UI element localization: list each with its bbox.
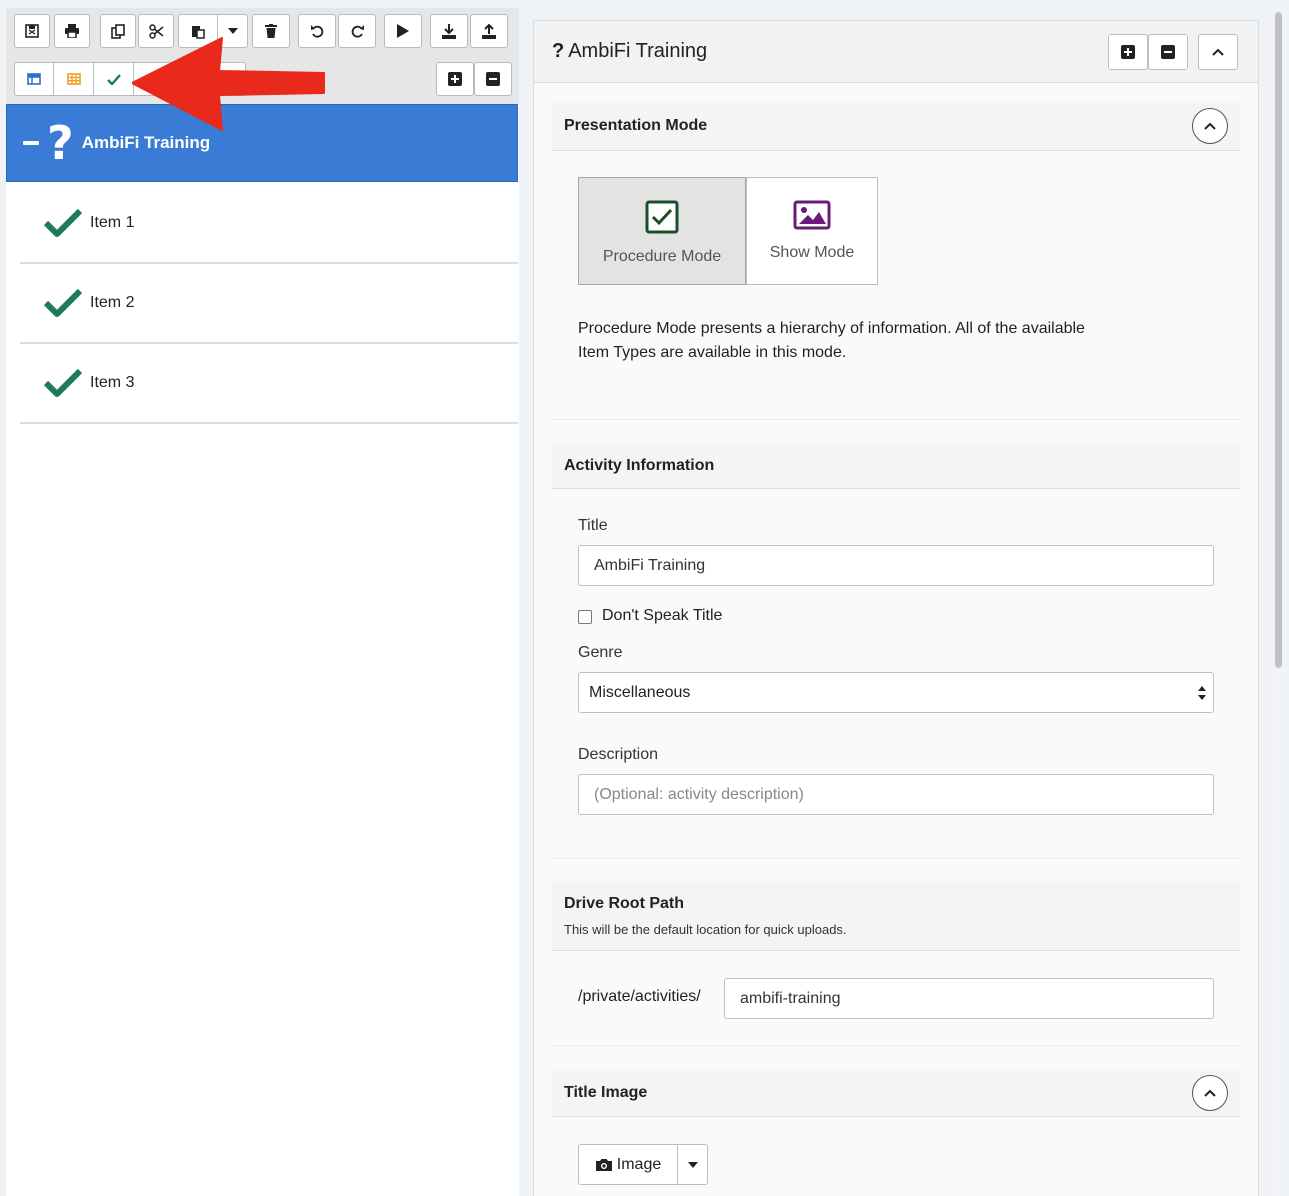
camera-icon xyxy=(595,1158,612,1171)
table-blue-icon xyxy=(27,73,41,85)
mode-label: Show Mode xyxy=(769,244,855,261)
tree-root-label: AmbiFi Training xyxy=(81,133,211,152)
drive-path-input[interactable] xyxy=(724,978,1214,1019)
dont-speak-title-label: Don't Speak Title xyxy=(602,607,723,624)
checkmark-icon xyxy=(106,73,121,85)
expand-all-icon xyxy=(448,72,462,86)
tree-item-2[interactable]: Item 2 xyxy=(20,264,518,344)
collapse-all-button[interactable] xyxy=(1148,34,1188,70)
section-divider xyxy=(552,858,1240,859)
expand-all-icon xyxy=(1121,45,1135,59)
dont-speak-title-checkbox[interactable] xyxy=(578,610,592,624)
table-view-blue-button[interactable] xyxy=(14,62,54,96)
description-input[interactable] xyxy=(578,774,1214,815)
checkmark-icon xyxy=(44,208,82,237)
section-subtitle: This will be the default location for qu… xyxy=(564,922,847,937)
image-icon xyxy=(793,200,831,230)
download-button[interactable] xyxy=(430,14,468,48)
collapse-all-icon xyxy=(486,72,500,86)
presentation-collapse-button[interactable] xyxy=(1192,108,1228,144)
show-mode-option[interactable]: Show Mode xyxy=(746,177,878,285)
save-icon xyxy=(25,24,39,38)
section-divider xyxy=(552,1045,1240,1046)
title-image-header: Title Image xyxy=(552,1069,1240,1117)
upload-icon xyxy=(482,23,496,39)
genre-selected-value: Miscellaneous xyxy=(589,683,691,701)
select-arrows-icon xyxy=(1198,686,1206,700)
panel-title: ? AmbiFi Training xyxy=(552,40,707,63)
play-button[interactable] xyxy=(384,14,422,48)
dropdown-caret-icon xyxy=(687,1161,698,1168)
section-title: Activity Information xyxy=(564,457,715,474)
download-icon xyxy=(442,23,456,39)
upload-button[interactable] xyxy=(470,14,508,48)
scroll-thumb[interactable] xyxy=(1275,12,1282,668)
image-button[interactable]: Image xyxy=(578,1144,678,1185)
tree-item-3[interactable]: Item 3 xyxy=(20,344,518,424)
outline-pane: ? AmbiFi Training Item 1 Item 2 Item 3 xyxy=(6,8,519,1196)
expand-all-button[interactable] xyxy=(436,62,474,96)
title-label: Title xyxy=(578,517,608,534)
tree-item-label: Item 3 xyxy=(90,374,135,391)
description-label: Description xyxy=(578,746,659,763)
checkmark-icon xyxy=(44,368,82,397)
mode-label: Procedure Mode xyxy=(602,248,722,265)
checkbox-icon xyxy=(645,200,679,234)
redo-icon xyxy=(351,24,364,38)
question-icon: ? xyxy=(552,40,565,62)
dropdown-caret-icon xyxy=(227,28,238,34)
panel-title-text: AmbiFi Training xyxy=(568,40,708,62)
copy-icon xyxy=(111,23,125,39)
tree-item-label: Item 1 xyxy=(90,214,135,231)
collapse-panel-button[interactable] xyxy=(1198,34,1238,70)
table-orange-icon xyxy=(66,73,81,85)
section-title: Title Image xyxy=(564,1084,648,1101)
chevron-up-icon xyxy=(1204,122,1216,130)
panel-header: ? AmbiFi Training xyxy=(534,21,1258,83)
question-icon: ? xyxy=(47,116,74,170)
save-button[interactable] xyxy=(14,14,50,48)
mode-description: Procedure Mode presents a hierarchy of i… xyxy=(578,320,1085,361)
print-icon xyxy=(65,24,79,38)
presentation-mode-header: Presentation Mode xyxy=(552,103,1240,151)
checkmark-icon xyxy=(44,288,82,317)
genre-select[interactable]: Miscellaneous xyxy=(578,672,1214,713)
title-input[interactable] xyxy=(578,545,1214,586)
section-title: Presentation Mode xyxy=(564,117,708,134)
tree-item-1[interactable]: Item 1 xyxy=(20,184,518,264)
procedure-mode-option[interactable]: Procedure Mode xyxy=(578,177,746,285)
print-button[interactable] xyxy=(54,14,90,48)
image-split-button: Image xyxy=(578,1144,708,1185)
drive-path-prefix: /private/activities/ xyxy=(578,988,701,1005)
genre-label: Genre xyxy=(578,644,623,661)
section-divider xyxy=(552,419,1240,420)
title-image-collapse-button[interactable] xyxy=(1192,1075,1228,1111)
tree-item-label: Item 2 xyxy=(90,294,135,311)
section-title: Drive Root Path xyxy=(564,895,685,912)
image-button-label: Image xyxy=(616,1155,662,1173)
play-icon xyxy=(397,24,409,38)
image-dropdown-button[interactable] xyxy=(678,1144,708,1185)
collapse-icon[interactable] xyxy=(23,141,39,145)
collapse-all-button[interactable] xyxy=(474,62,512,96)
drive-root-path-header: Drive Root Path This will be the default… xyxy=(552,881,1240,951)
activity-information-header: Activity Information xyxy=(552,443,1240,489)
chevron-up-icon xyxy=(1212,48,1224,56)
expand-all-button[interactable] xyxy=(1108,34,1148,70)
red-arrow-annotation xyxy=(132,37,325,131)
copy-button[interactable] xyxy=(100,14,136,48)
page-scrollbar[interactable] xyxy=(1271,8,1285,1196)
chevron-up-icon xyxy=(1204,1089,1216,1097)
table-view-orange-button[interactable] xyxy=(54,62,94,96)
properties-panel: ? AmbiFi Training Presentation Mode Proce… xyxy=(533,20,1259,1196)
collapse-all-icon xyxy=(1161,45,1175,59)
redo-button[interactable] xyxy=(338,14,376,48)
checklist-view-button[interactable] xyxy=(94,62,134,96)
